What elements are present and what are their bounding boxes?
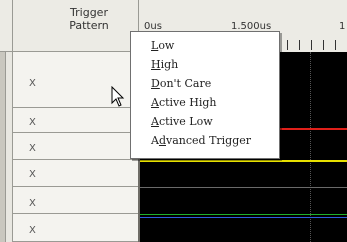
trigger-row[interactable]: X	[13, 214, 138, 242]
mouse-pointer-icon	[111, 86, 125, 107]
trigger-pattern-value: X	[29, 198, 36, 209]
trigger-pattern-value: X	[29, 143, 36, 154]
ruler-tick	[299, 40, 300, 50]
menu-item-active-low[interactable]: Active Low	[131, 112, 279, 131]
trigger-pattern-value: X	[29, 225, 36, 236]
menu-item-dont-care[interactable]: Don't Care	[131, 74, 279, 93]
trigger-pattern-value: X	[29, 78, 36, 89]
menu-item-high-label: igh	[160, 58, 179, 71]
trigger-row[interactable]: X	[13, 160, 138, 187]
trigger-row[interactable]: X	[13, 133, 138, 160]
trigger-pattern-header-label: Trigger Pattern	[69, 6, 109, 32]
menu-item-advanced-trigger-accel: d	[158, 134, 166, 147]
menu-item-high-accel: H	[151, 58, 161, 71]
ruler-tick	[335, 40, 336, 50]
menu-item-dont-care-label: on't Care	[159, 77, 212, 90]
signal-trace-yellow	[140, 160, 347, 162]
signal-trace-gray	[140, 187, 347, 188]
menu-item-dont-care-accel: D	[151, 77, 160, 90]
menu-item-advanced-trigger-prefix: Ad	[151, 134, 166, 147]
ruler-tick	[311, 40, 312, 50]
trigger-pattern-value: X	[29, 169, 36, 180]
trigger-pattern-header[interactable]: Trigger Pattern	[0, 0, 138, 52]
trigger-pattern-context-menu: Low High Don't Care Active High Active L…	[130, 31, 280, 159]
time-ruler-label: 1	[339, 21, 346, 32]
trigger-row[interactable]: X	[13, 187, 138, 214]
menu-item-active-high-accel: A	[151, 96, 159, 109]
trigger-row[interactable]: X	[13, 108, 138, 133]
menu-item-active-high-label: ctive High	[158, 96, 217, 109]
menu-item-active-high[interactable]: Active High	[131, 93, 279, 112]
row-selector-strip[interactable]	[0, 52, 6, 242]
menu-item-active-low-accel: A	[151, 115, 159, 128]
ruler-tick	[287, 40, 288, 50]
menu-item-advanced-trigger-label: vanced Trigger	[166, 134, 252, 147]
menu-item-advanced-trigger[interactable]: Advanced Trigger	[131, 131, 279, 150]
menu-item-low[interactable]: Low	[131, 36, 279, 55]
menu-item-low-label: ow	[158, 39, 175, 52]
signal-trace-blue	[140, 217, 347, 218]
signal-trace-green	[140, 214, 347, 215]
ruler-tick	[323, 40, 324, 50]
menu-item-high[interactable]: High	[131, 55, 279, 74]
trigger-pattern-value: X	[29, 117, 36, 128]
menu-item-active-low-label: ctive Low	[158, 115, 213, 128]
